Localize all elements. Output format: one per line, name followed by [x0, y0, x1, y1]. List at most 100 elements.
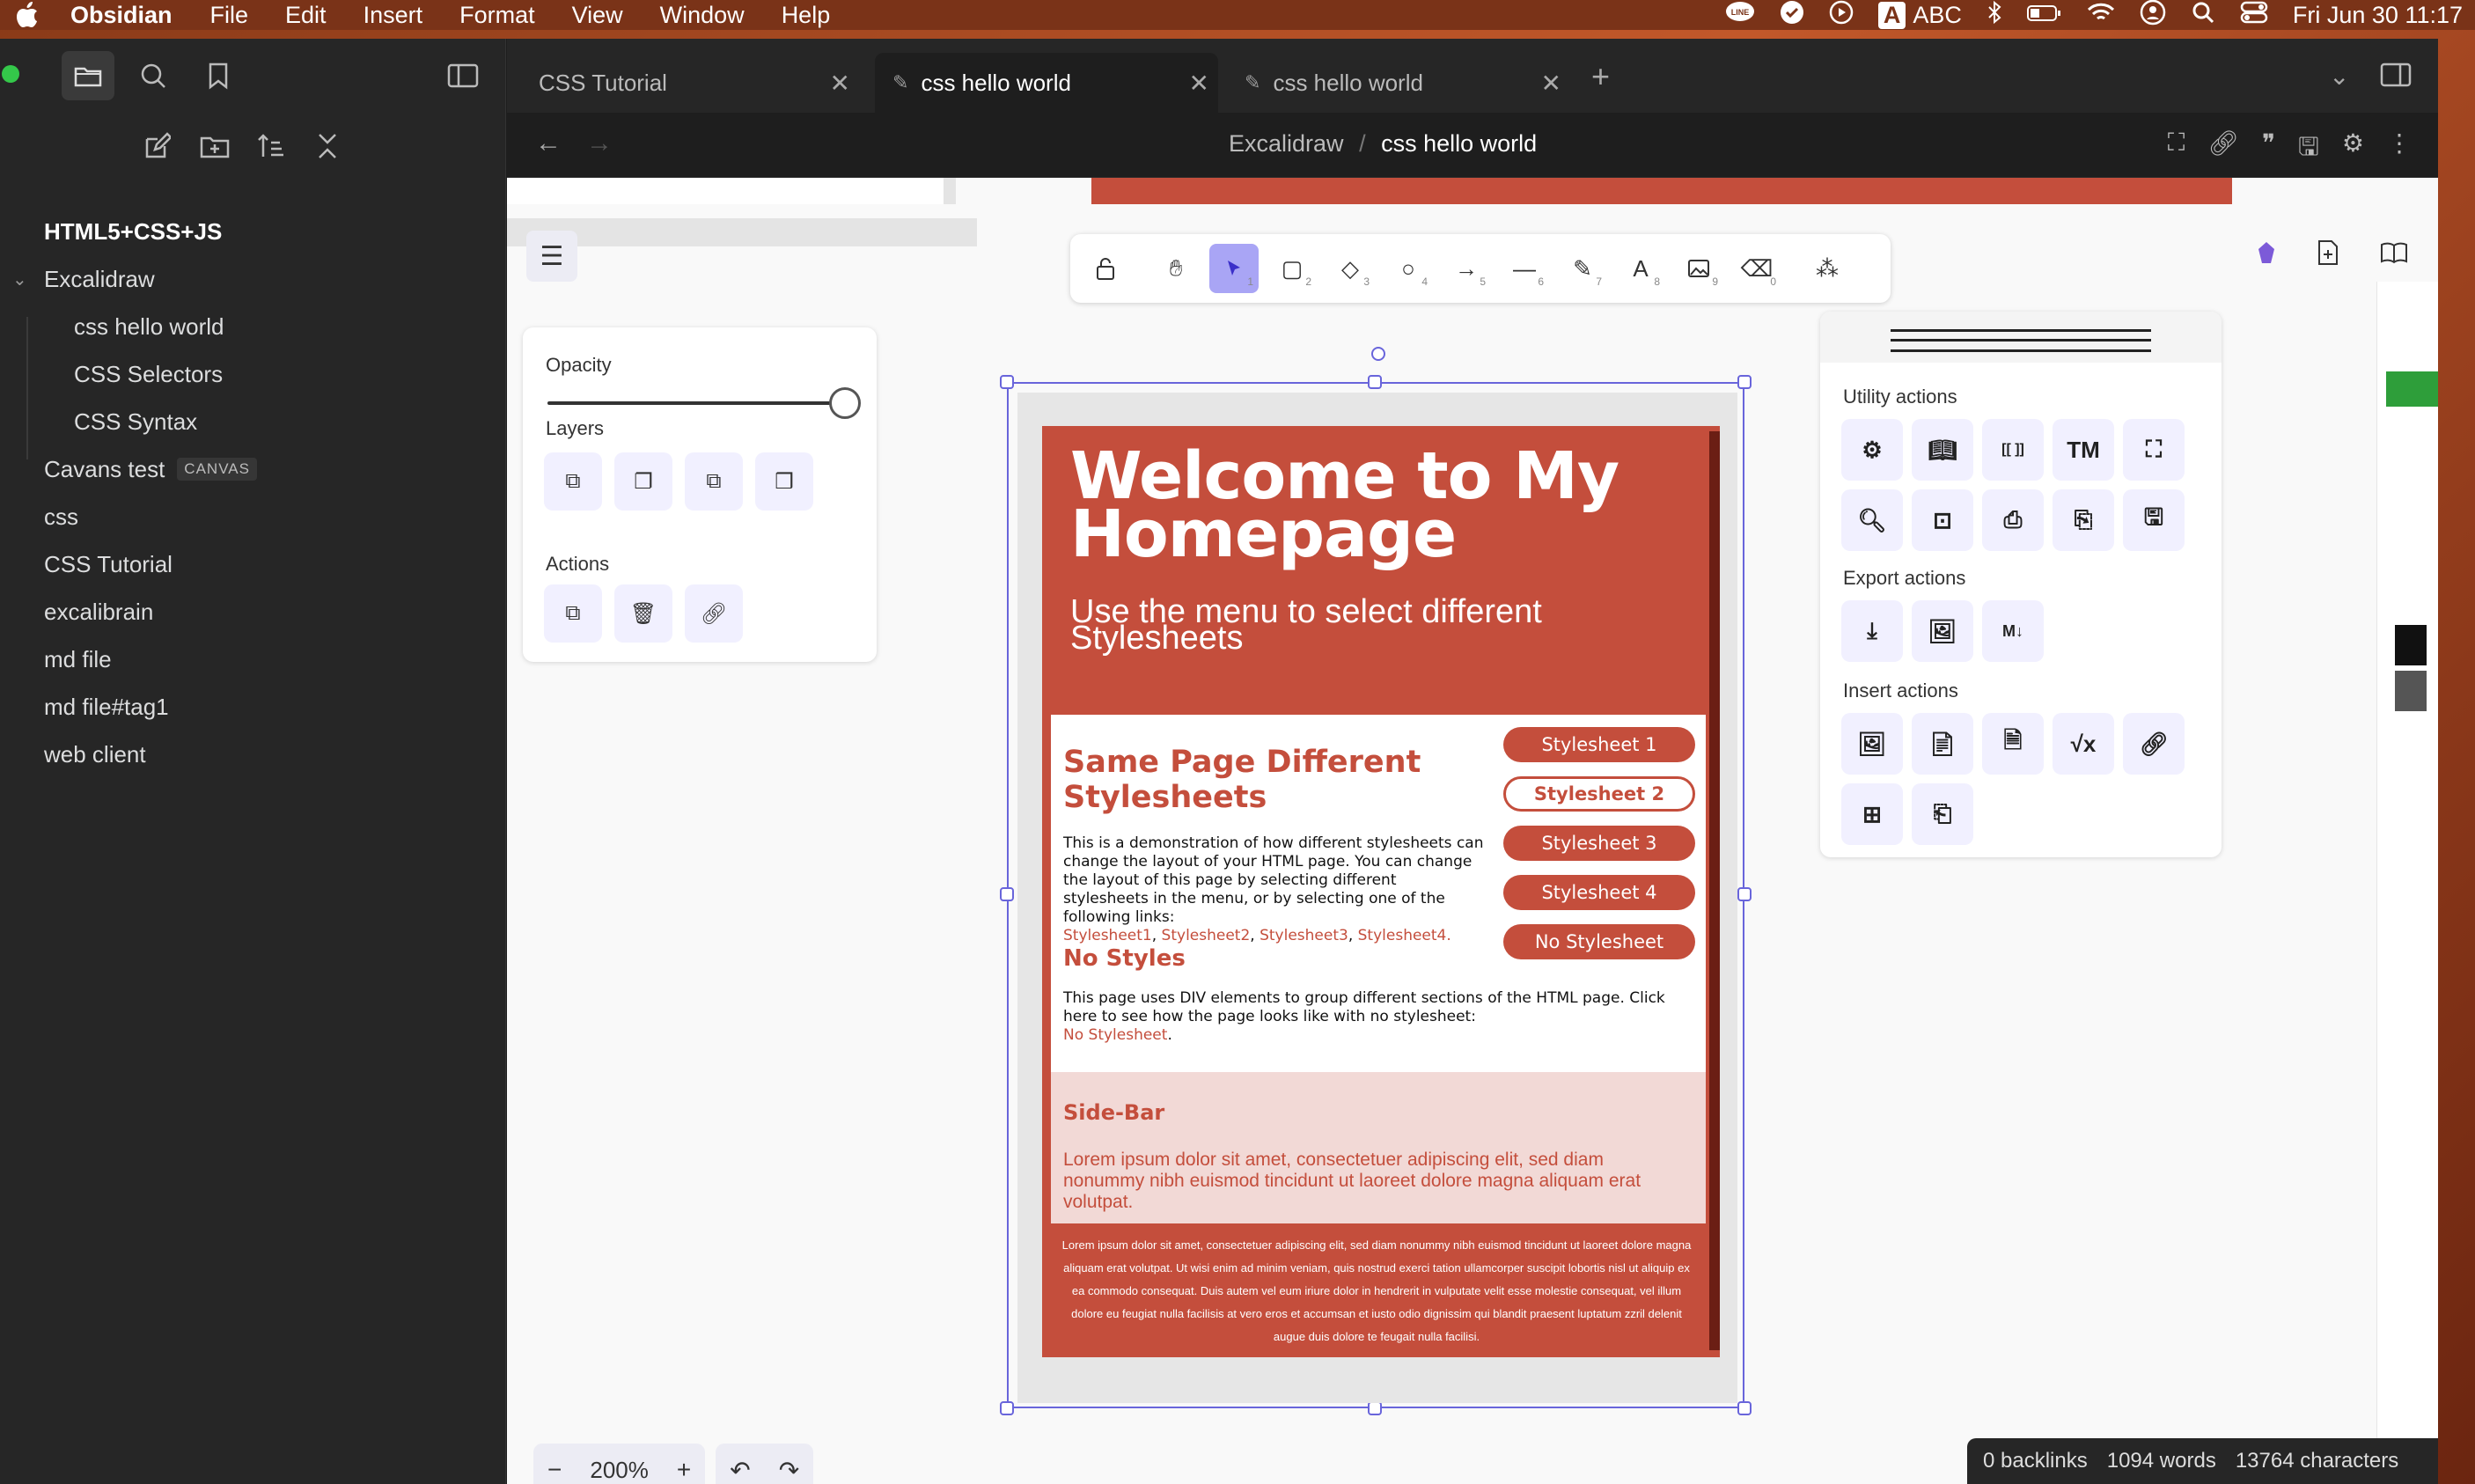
- library-shapes-icon[interactable]: ⁂: [1803, 244, 1852, 293]
- resize-handle[interactable]: [1368, 1401, 1382, 1415]
- line-tool-icon[interactable]: —6: [1500, 244, 1549, 293]
- menu-format[interactable]: Format: [441, 2, 554, 29]
- resize-handle[interactable]: [1368, 375, 1382, 389]
- play-app-icon[interactable]: [1817, 0, 1866, 31]
- more-options-icon[interactable]: ⋮: [2387, 129, 2412, 171]
- menu-window[interactable]: Window: [642, 2, 763, 29]
- tab-list-chevron-icon[interactable]: ⌄: [2329, 62, 2349, 91]
- open-book-icon[interactable]: [2380, 241, 2408, 270]
- zoom-in-icon[interactable]: +: [663, 1456, 705, 1484]
- obsidian-gem-icon[interactable]: [2257, 240, 2276, 271]
- tab-css-hello-world-active[interactable]: ✎ css hello world ✕: [875, 53, 1218, 113]
- file-md-file[interactable]: md file: [0, 635, 506, 683]
- redo-icon[interactable]: ↷: [765, 1456, 813, 1484]
- embedded-webpage-image[interactable]: Welcome to My Homepage Use the menu to s…: [1017, 393, 1737, 1403]
- breadcrumb-parent[interactable]: Excalidraw: [1229, 130, 1344, 157]
- file-cavans-test[interactable]: Cavans test CANVAS: [0, 445, 506, 493]
- draw-pencil-tool-icon[interactable]: ✎ 7: [1558, 244, 1607, 293]
- file-css-hello-world[interactable]: css hello world: [0, 303, 506, 350]
- back-arrow-icon[interactable]: ←: [535, 129, 562, 158]
- menu-help[interactable]: Help: [763, 2, 849, 29]
- wiki-link-brackets-icon[interactable]: [[ ]]: [1982, 419, 2044, 481]
- link-icon[interactable]: 🔗︎: [2207, 129, 2239, 171]
- file-css-syntax[interactable]: CSS Syntax: [0, 398, 506, 445]
- eraser-tool-icon[interactable]: ⌫ 0: [1732, 244, 1781, 293]
- sort-icon[interactable]: [248, 123, 294, 169]
- rectangle-tool-icon[interactable]: ▢ 2: [1267, 244, 1317, 293]
- export-image-icon[interactable]: 🖼︎: [1912, 600, 1973, 662]
- insert-markdown-file-icon[interactable]: ⎗: [1912, 783, 1973, 845]
- files-folder-icon[interactable]: [62, 51, 114, 100]
- checkmark-app-icon[interactable]: [1767, 0, 1817, 31]
- insert-link-icon[interactable]: 🔗︎: [2123, 713, 2185, 775]
- collapse-all-icon[interactable]: [305, 123, 350, 169]
- bookmark-icon[interactable]: [192, 51, 245, 100]
- user-account-icon[interactable]: [2127, 0, 2178, 32]
- ocr-scan-icon[interactable]: ⊡: [1912, 489, 1973, 551]
- input-source-indicator[interactable]: A ABC: [1866, 1, 1974, 29]
- ellipse-tool-icon[interactable]: ○ 4: [1384, 244, 1433, 293]
- apple-icon[interactable]: [0, 2, 55, 28]
- spotlight-search-icon[interactable]: [2178, 0, 2228, 31]
- markdown-export-icon[interactable]: M↓: [1982, 600, 2044, 662]
- resize-handle[interactable]: [1737, 1401, 1752, 1415]
- trademark-script-icon[interactable]: TM: [2053, 419, 2114, 481]
- close-icon[interactable]: ✕: [1541, 69, 1561, 98]
- insert-embed-frame-icon[interactable]: ⊞: [1841, 783, 1903, 845]
- settings-gear-icon[interactable]: ⚙: [2342, 129, 2364, 171]
- undo-icon[interactable]: ↶: [716, 1456, 764, 1484]
- menu-insert[interactable]: Insert: [345, 2, 442, 29]
- menubar-clock[interactable]: Fri Jun 30 11:17: [2280, 2, 2475, 29]
- file-web-client[interactable]: web client: [0, 731, 506, 778]
- bring-to-front-icon[interactable]: ❒: [755, 452, 813, 511]
- tab-css-hello-world[interactable]: ✎ css hello world ✕: [1227, 53, 1570, 113]
- search-icon[interactable]: 🔍︎: [1841, 489, 1903, 551]
- resize-handle[interactable]: [1000, 1401, 1014, 1415]
- drag-grip-icon[interactable]: [1891, 329, 2151, 352]
- menu-view[interactable]: View: [554, 2, 642, 29]
- menu-app-name[interactable]: Obsidian: [55, 2, 192, 29]
- file-css[interactable]: css: [0, 493, 506, 540]
- download-export-icon[interactable]: ⤓: [1841, 600, 1903, 662]
- trash-icon[interactable]: 🗑︎: [614, 584, 672, 643]
- new-note-icon[interactable]: [134, 123, 180, 169]
- resize-handle[interactable]: [1737, 887, 1752, 901]
- folder-excalidraw[interactable]: ⌄ Excalidraw: [0, 255, 506, 303]
- arrow-tool-icon[interactable]: → 5: [1442, 244, 1491, 293]
- plugin-settings-gear-icon[interactable]: ⚙: [1841, 419, 1903, 481]
- window-traffic-light[interactable]: [2, 65, 19, 83]
- zoom-level[interactable]: 200%: [576, 1457, 663, 1484]
- chevron-down-icon[interactable]: ⌄: [12, 268, 27, 290]
- fullscreen-icon[interactable]: ⛶: [2168, 129, 2185, 171]
- vault-root[interactable]: HTML5+CSS+JS: [0, 208, 506, 255]
- file-css-tutorial[interactable]: CSS Tutorial: [0, 540, 506, 588]
- text-tool-icon[interactable]: A8: [1616, 244, 1665, 293]
- save-icon[interactable]: 🖫: [2298, 129, 2319, 171]
- line-app-icon[interactable]: LINE: [1713, 1, 1767, 30]
- file-css-selectors[interactable]: CSS Selectors: [0, 350, 506, 398]
- backlinks-count[interactable]: 0 backlinks: [1983, 1449, 2088, 1473]
- close-icon[interactable]: ✕: [830, 69, 850, 98]
- resize-handle[interactable]: [1000, 375, 1014, 389]
- insert-document-icon[interactable]: 🗎: [1982, 713, 2044, 775]
- tab-css-tutorial[interactable]: CSS Tutorial ✕: [507, 53, 859, 113]
- close-icon[interactable]: ✕: [1189, 69, 1209, 98]
- insert-latex-icon[interactable]: √x: [2053, 713, 2114, 775]
- lock-icon[interactable]: [1081, 244, 1130, 293]
- hand-tool-icon[interactable]: ✋︎: [1151, 244, 1201, 293]
- resize-handle[interactable]: [1000, 887, 1014, 901]
- open-markdown-icon[interactable]: ⎙: [1982, 489, 2044, 551]
- main-menu-icon[interactable]: ☰: [526, 231, 577, 282]
- breadcrumb-current[interactable]: css hello world: [1381, 130, 1537, 157]
- battery-icon[interactable]: [2015, 2, 2075, 29]
- duplicate-icon[interactable]: ⧉: [544, 584, 602, 643]
- bring-forward-icon[interactable]: ⧉: [685, 452, 743, 511]
- opacity-slider[interactable]: [547, 387, 861, 419]
- resize-handle[interactable]: [1737, 375, 1752, 389]
- file-md-file-tag1[interactable]: md file#tag1: [0, 683, 506, 731]
- wifi-icon[interactable]: [2075, 2, 2127, 29]
- new-folder-icon[interactable]: [192, 123, 238, 169]
- link-icon[interactable]: 🔗︎: [685, 584, 743, 643]
- search-icon[interactable]: [127, 51, 180, 100]
- slider-knob[interactable]: [829, 387, 861, 419]
